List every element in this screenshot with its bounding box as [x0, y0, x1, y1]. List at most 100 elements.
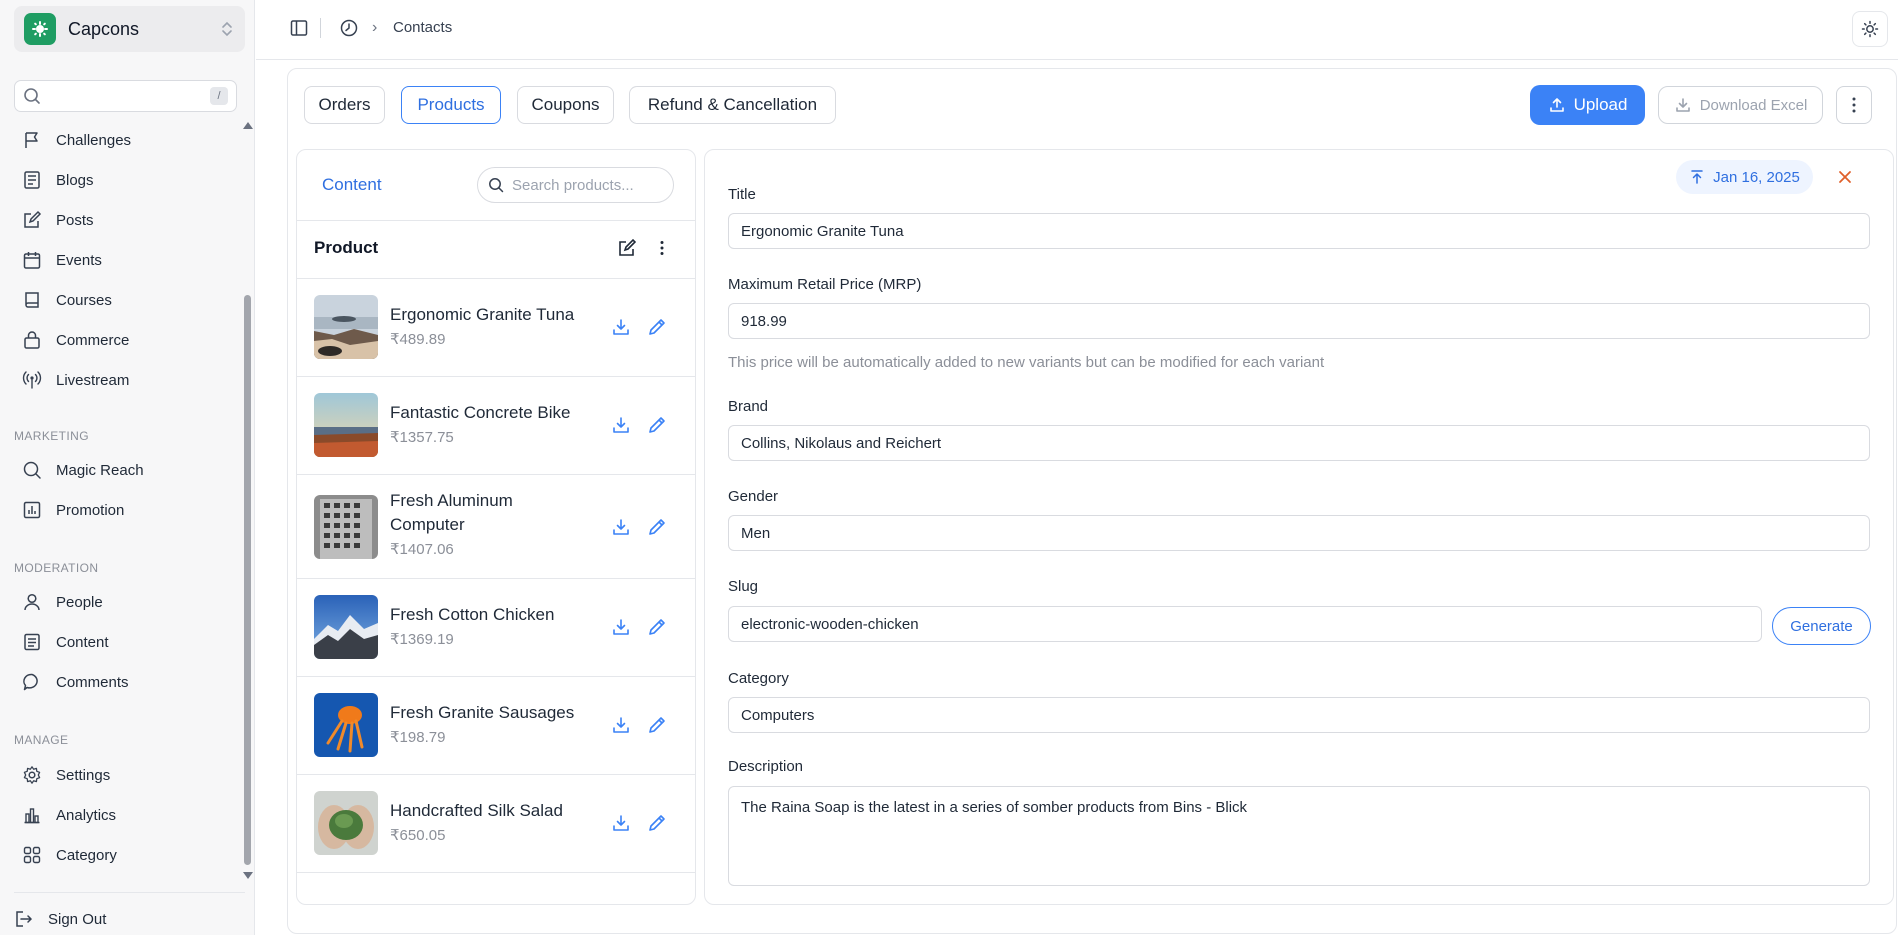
product-name: Fresh Cotton Chicken — [390, 605, 555, 624]
theme-toggle-button[interactable] — [1852, 11, 1888, 47]
sidebar-item-category[interactable]: Category — [22, 840, 117, 870]
sidebar-item-blogs[interactable]: Blogs — [22, 165, 94, 195]
flag-icon — [25, 132, 38, 148]
tab-coupons[interactable]: Coupons — [517, 86, 614, 124]
sidebar-item-magic-reach[interactable]: Magic Reach — [22, 455, 144, 485]
slug-input[interactable]: electronic-wooden-chicken — [728, 606, 1762, 642]
sidebar-item-label: Magic Reach — [56, 461, 144, 479]
title-input[interactable]: Ergonomic Granite Tuna — [728, 213, 1870, 249]
sidebar-toggle-icon[interactable] — [289, 18, 309, 38]
sidebar-divider — [14, 892, 245, 893]
breadcrumb-current[interactable]: Contacts — [393, 19, 452, 36]
sidebar-scrollbar-thumb[interactable] — [244, 295, 251, 865]
upload-button[interactable]: Upload — [1530, 85, 1645, 125]
pencil-icon[interactable] — [647, 715, 667, 735]
sidebar-search-input[interactable]: / — [14, 80, 237, 112]
tab-products[interactable]: Products — [401, 86, 501, 124]
download-icon[interactable] — [611, 617, 631, 637]
sign-out-button[interactable]: Sign Out — [14, 904, 106, 934]
sidebar-item-posts[interactable]: Posts — [22, 205, 94, 235]
generate-slug-button[interactable]: Generate — [1772, 607, 1871, 645]
sidebar-item-comments[interactable]: Comments — [22, 667, 129, 697]
mrp-label: Maximum Retail Price (MRP) — [728, 276, 922, 293]
sidebar-item-challenges[interactable]: Challenges — [22, 125, 131, 155]
sidebar-item-label: Promotion — [56, 501, 125, 519]
gender-input[interactable]: Men — [728, 515, 1870, 551]
pencil-icon[interactable] — [647, 317, 667, 337]
download-icon[interactable] — [611, 715, 631, 735]
sidebar-item-label: Events — [56, 251, 102, 269]
gender-label: Gender — [728, 488, 779, 505]
product-name: Fresh Granite Sausages — [390, 703, 575, 722]
sidebar-item-settings[interactable]: Settings — [22, 760, 110, 790]
chat-bubble-icon — [23, 673, 38, 691]
close-icon[interactable] — [1834, 166, 1856, 188]
upload-icon — [1549, 98, 1564, 112]
sidebar-item-people[interactable]: People — [22, 587, 103, 617]
tab-content[interactable]: Content — [322, 175, 382, 195]
tab-refund-cancellation[interactable]: Refund & Cancellation — [629, 86, 836, 124]
pencil-icon[interactable] — [647, 617, 667, 637]
document-icon — [24, 633, 40, 651]
download-icon[interactable] — [611, 517, 631, 537]
sidebar-item-events[interactable]: Events — [22, 245, 102, 275]
sidebar-item-livestream[interactable]: Livestream — [22, 365, 129, 395]
scroll-down-arrow-icon[interactable] — [243, 872, 253, 879]
tab-orders[interactable]: Orders — [304, 86, 385, 124]
mrp-input[interactable]: 918.99 — [728, 303, 1870, 339]
workspace-name: Capcons — [68, 18, 140, 39]
sidebar-item-content[interactable]: Content — [22, 627, 109, 657]
sidebar-item-label: Courses — [56, 291, 112, 309]
mrp-help-text: This price will be automatically added t… — [728, 354, 1325, 371]
description-textarea[interactable]: The Raina Soap is the latest in a series… — [728, 786, 1870, 886]
product-thumbnail — [314, 595, 378, 659]
document-list-icon — [24, 171, 40, 189]
grid-icon — [23, 846, 41, 864]
sidebar-item-label: Challenges — [56, 131, 132, 149]
sign-out-icon — [16, 911, 33, 927]
scroll-up-arrow-icon[interactable] — [243, 122, 253, 129]
list-item[interactable]: Fresh Cotton Chicken ₹1369.19 — [297, 579, 695, 677]
search-icon — [489, 178, 504, 193]
sidebar-item-courses[interactable]: Courses — [22, 285, 112, 315]
pencil-icon[interactable] — [647, 415, 667, 435]
edit-icon[interactable] — [617, 238, 637, 258]
search-placeholder: Search products... — [512, 176, 634, 194]
section-title-marketing: MARKETING — [14, 429, 89, 443]
list-item[interactable]: Fresh Granite Sausages ₹198.79 — [297, 677, 695, 775]
search-products-input[interactable]: Search products... — [477, 167, 674, 203]
category-input[interactable]: Computers — [728, 697, 1870, 733]
date-badge[interactable]: Jan 16, 2025 — [1676, 160, 1813, 194]
pencil-icon[interactable] — [647, 813, 667, 833]
workspace-switcher[interactable]: Capcons — [14, 6, 245, 52]
sidebar-item-label: Category — [56, 846, 117, 864]
sidebar-item-commerce[interactable]: Commerce — [22, 325, 129, 355]
download-excel-button[interactable]: Download Excel — [1658, 86, 1823, 124]
list-item[interactable]: Fantastic Concrete Bike ₹1357.75 — [297, 377, 695, 475]
description-label: Description — [728, 758, 804, 775]
sidebar-item-analytics[interactable]: Analytics — [22, 800, 116, 830]
breadcrumb-separator: › — [372, 19, 378, 36]
history-icon[interactable] — [339, 18, 359, 38]
list-item[interactable]: Handcrafted Silk Salad ₹650.05 — [297, 775, 695, 873]
list-item[interactable]: Fresh Aluminum Computer ₹1407.06 — [297, 475, 695, 579]
product-name: Ergonomic Granite Tuna — [390, 305, 575, 324]
brand-input[interactable]: Collins, Nikolaus and Reichert — [728, 425, 1870, 461]
product-price: ₹198.79 — [390, 729, 446, 746]
download-label: Download Excel — [1699, 96, 1808, 114]
product-thumbnail — [314, 693, 378, 757]
product-column-header: Product — [314, 238, 379, 257]
pencil-icon[interactable] — [647, 517, 667, 537]
sidebar-item-label: Analytics — [56, 806, 117, 824]
sidebar-item-promotion[interactable]: Promotion — [22, 495, 124, 525]
slug-label: Slug — [728, 578, 759, 595]
download-icon[interactable] — [611, 415, 631, 435]
arrow-up-to-line-icon — [1691, 170, 1703, 184]
upload-label: Upload — [1573, 95, 1628, 114]
sun-icon — [1861, 20, 1879, 38]
download-icon[interactable] — [611, 813, 631, 833]
more-options-button[interactable] — [1836, 86, 1872, 124]
list-item[interactable]: Ergonomic Granite Tuna ₹489.89 — [297, 279, 695, 377]
kebab-menu-icon[interactable] — [652, 238, 672, 258]
download-icon[interactable] — [611, 317, 631, 337]
